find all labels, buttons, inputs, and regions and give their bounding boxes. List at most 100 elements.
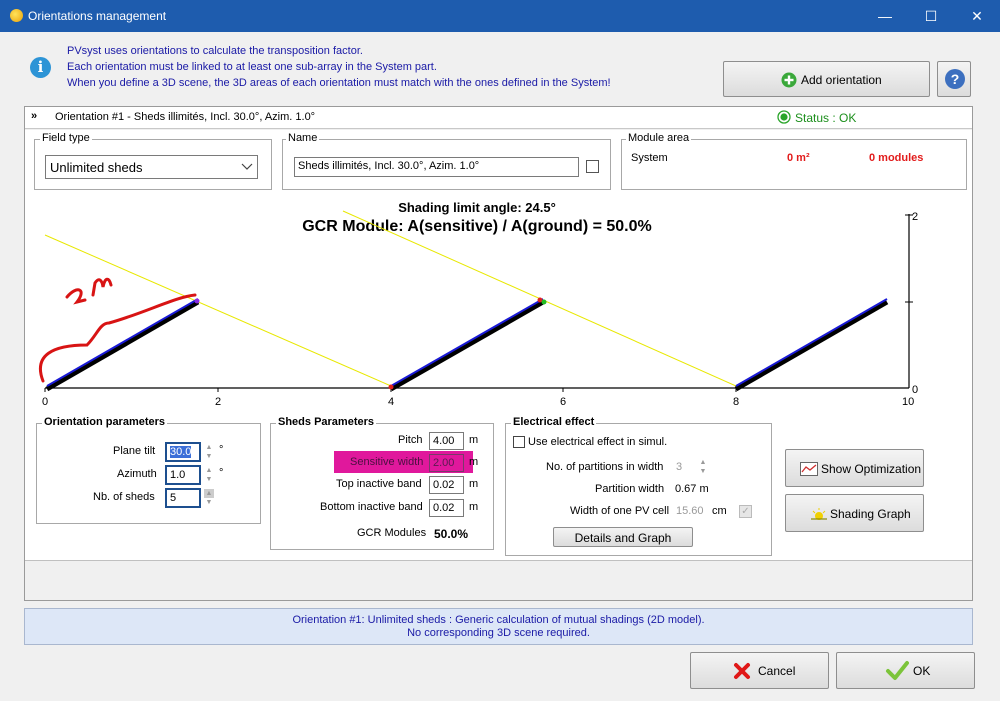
module-area-modules: 0 modules <box>869 152 924 164</box>
y-tick-label-2: 2 <box>912 211 919 223</box>
field-type-legend: Field type <box>40 132 92 144</box>
window-title: Orientations management <box>28 9 167 23</box>
pitch-label: Pitch <box>398 434 423 446</box>
top-inactive-input[interactable]: 0.02 <box>429 476 464 494</box>
module-area-m2: 0 m² <box>787 152 810 164</box>
x-tick-label-10: 10 <box>902 396 915 408</box>
use-electrical-label: Use electrical effect in simul. <box>528 436 668 448</box>
azimuth-label: Azimuth <box>117 468 157 480</box>
top-inactive-unit: m <box>469 478 479 490</box>
sensitive-width-unit: m <box>469 456 479 468</box>
title-bar: Orientations management — ☐ ✕ <box>0 0 1000 32</box>
name-checkbox[interactable] <box>586 160 599 173</box>
ok-button[interactable]: OK <box>836 652 975 689</box>
orientation-header[interactable]: » Orientation #1 - Sheds illimités, Incl… <box>25 107 972 129</box>
x-tick-label-4: 4 <box>388 396 395 408</box>
details-and-graph-label: Details and Graph <box>574 531 672 545</box>
details-and-graph-button[interactable]: Details and Graph <box>553 527 693 547</box>
plane-tilt-spinner[interactable]: ▲ ▼ <box>204 443 214 461</box>
collapse-chevron-icon[interactable]: » <box>31 110 37 122</box>
shading-graph-label: Shading Graph <box>830 507 911 521</box>
bottom-inactive-unit: m <box>469 501 479 513</box>
status-ok-icon <box>777 110 791 124</box>
status-message-line-1: Orientation #1: Unlimited sheds : Generi… <box>292 614 705 626</box>
show-optimization-button[interactable]: Show Optimization <box>785 449 924 487</box>
sensitive-width-input[interactable]: 2.00 <box>429 454 464 472</box>
module-area-system-label: System <box>631 152 668 164</box>
partition-width-value: 0.67 m <box>675 483 709 495</box>
shed-3 <box>734 298 889 392</box>
partition-width-label: Partition width <box>595 483 665 495</box>
use-electrical-checkbox[interactable] <box>513 436 525 448</box>
shading-line-1 <box>44 234 392 387</box>
pvsyst-app-icon <box>10 9 23 22</box>
partitions-value: 3 <box>676 461 683 473</box>
x-tick-label-8: 8 <box>733 396 740 408</box>
pitch-input[interactable]: 4.00 <box>429 432 464 450</box>
partitions-label: No. of partitions in width <box>546 461 664 473</box>
top-inactive-label: Top inactive band <box>336 478 422 490</box>
add-orientation-label: Add orientation <box>801 73 882 87</box>
gcr-modules-label: GCR Modules <box>357 527 427 539</box>
close-button[interactable]: ✕ <box>954 0 1000 32</box>
cancel-label: Cancel <box>758 664 796 678</box>
cancel-button[interactable]: Cancel <box>690 652 829 689</box>
pv-cell-width-value: 15.60 <box>676 505 704 517</box>
y-tick-label-0: 0 <box>912 384 919 396</box>
orientation-params-legend: Orientation parameters <box>42 416 168 428</box>
bottom-inactive-label: Bottom inactive band <box>320 501 423 513</box>
info-line-1: PVsyst uses orientations to calculate th… <box>67 45 363 57</box>
show-optimization-label: Show Optimization <box>821 462 922 476</box>
shed-2 <box>388 297 547 392</box>
nb-sheds-label: Nb. of sheds <box>93 491 155 503</box>
plane-tilt-value: 30.0 <box>170 446 192 458</box>
azimuth-input[interactable]: 1.0 <box>165 465 201 485</box>
optimization-chart-icon <box>800 462 818 476</box>
sheds-params-legend: Sheds Parameters <box>276 416 376 428</box>
panel-divider <box>25 560 972 561</box>
nb-sheds-spinner[interactable]: ▲ ▼ <box>204 489 214 507</box>
name-legend: Name <box>286 132 320 144</box>
pv-cell-width-unit: cm <box>712 505 727 517</box>
cancel-x-icon <box>734 663 750 679</box>
module-area-legend: Module area <box>626 132 692 144</box>
chevron-down-icon <box>241 163 253 170</box>
minimize-button[interactable]: — <box>862 0 908 32</box>
status-message-bar: Orientation #1: Unlimited sheds : Generi… <box>24 608 973 645</box>
status-message-line-2: No corresponding 3D scene required. <box>407 627 590 639</box>
x-tick-label-2: 2 <box>215 396 222 408</box>
help-icon: ? <box>945 69 965 89</box>
add-plus-icon <box>781 72 797 88</box>
sheds-cross-section-graph <box>38 210 913 392</box>
handwritten-annotation <box>38 277 197 383</box>
bottom-inactive-input[interactable]: 0.02 <box>429 499 464 517</box>
add-orientation-button[interactable]: Add orientation <box>723 61 930 97</box>
gcr-modules-value: 50.0% <box>434 527 469 541</box>
pv-cell-checkbox[interactable]: ✓ <box>739 505 752 518</box>
pitch-unit: m <box>469 434 479 446</box>
x-tick-label-6: 6 <box>560 396 567 408</box>
maximize-button[interactable]: ☐ <box>908 0 954 32</box>
ok-label: OK <box>913 664 931 678</box>
plane-tilt-input[interactable]: 30.0 <box>165 442 201 462</box>
field-type-select[interactable]: Unlimited sheds <box>45 155 258 179</box>
field-type-value: Unlimited sheds <box>50 160 143 175</box>
nb-sheds-input[interactable]: 5 <box>165 488 201 508</box>
plane-tilt-unit: ° <box>219 444 224 456</box>
azimuth-spinner[interactable]: ▲ ▼ <box>204 466 214 484</box>
azimuth-unit: ° <box>219 467 224 479</box>
sun-icon <box>811 508 827 520</box>
ok-check-icon <box>886 661 909 680</box>
help-button[interactable]: ? <box>937 61 971 97</box>
electrical-effect-legend: Electrical effect <box>511 416 597 428</box>
shading-graph-button[interactable]: Shading Graph <box>785 494 924 532</box>
x-tick-label-0: 0 <box>42 396 49 408</box>
module-area-group <box>621 139 967 190</box>
pv-cell-width-label: Width of one PV cell <box>570 505 670 517</box>
status-text: Status : OK <box>795 111 857 125</box>
info-line-3: When you define a 3D scene, the 3D areas… <box>67 77 611 89</box>
partitions-spinner[interactable]: ▲ ▼ <box>698 458 708 476</box>
info-icon: i <box>30 57 51 78</box>
shed-1 <box>45 298 200 392</box>
name-input[interactable]: Sheds illimités, Incl. 30.0°, Azim. 1.0° <box>294 157 579 177</box>
